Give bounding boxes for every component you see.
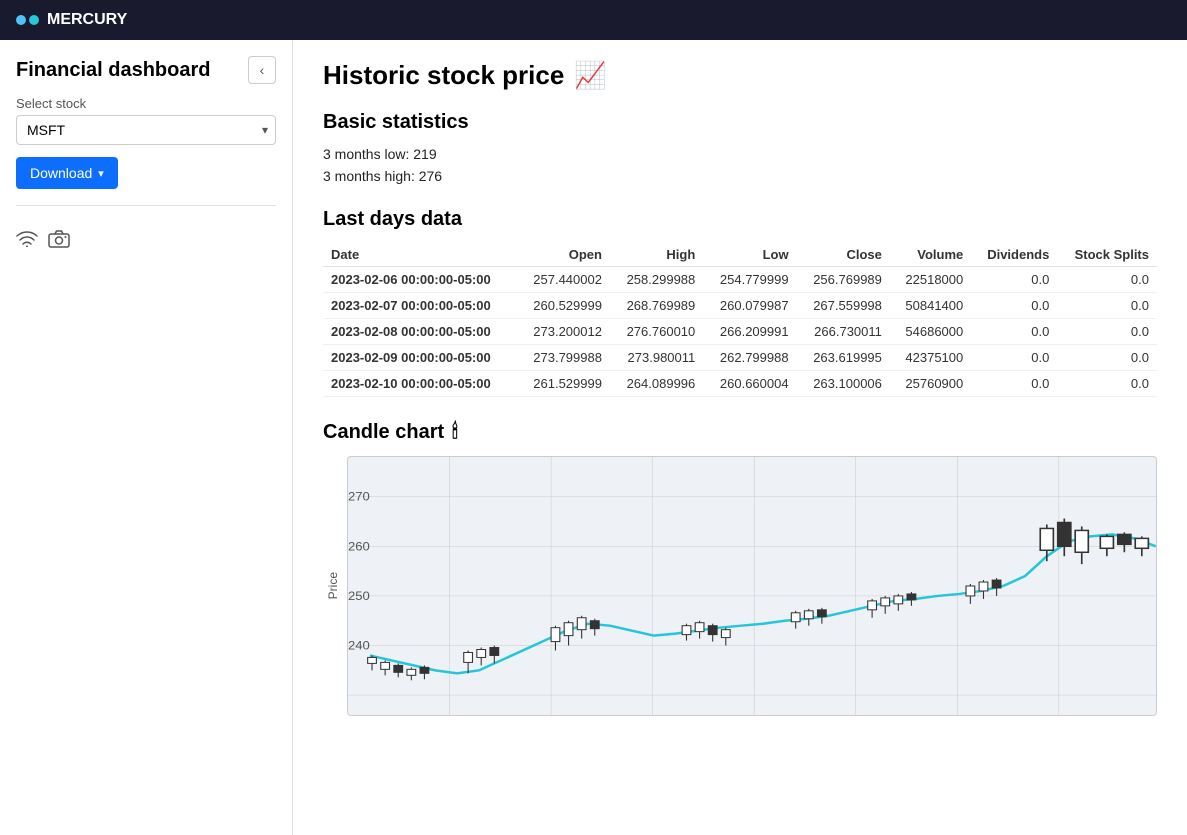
cell-value: 273.980011 xyxy=(610,345,703,371)
brand-name: MERCURY xyxy=(47,11,127,29)
cell-value: 264.089996 xyxy=(610,371,703,397)
y-axis-label: Price xyxy=(323,456,343,716)
col-close: Close xyxy=(797,243,890,267)
stock-select-wrapper: MSFT AAPL GOOG AMZN ▾ xyxy=(16,115,276,145)
cell-value: 263.100006 xyxy=(797,371,890,397)
download-label: Download xyxy=(30,165,92,181)
cell-value: 263.619995 xyxy=(797,345,890,371)
candle-chart-svg: 270 260 250 240 xyxy=(348,457,1156,715)
candle-chart-container: 270 260 250 240 xyxy=(347,456,1157,716)
cell-value: 50841400 xyxy=(890,293,971,319)
col-open: Open xyxy=(517,243,610,267)
cell-value: 273.799988 xyxy=(517,345,610,371)
cell-value: 0.0 xyxy=(971,319,1057,345)
cell-date: 2023-02-08 00:00:00-05:00 xyxy=(323,319,517,345)
basic-stats-title: Basic statistics xyxy=(323,111,1157,134)
cell-date: 2023-02-06 00:00:00-05:00 xyxy=(323,267,517,293)
navbar: MERCURY xyxy=(0,0,1187,40)
table-header-row: Date Open High Low Close Volume Dividend… xyxy=(323,243,1157,267)
three-month-high: 3 months high: 276 xyxy=(323,168,1157,184)
cell-value: 54686000 xyxy=(890,319,971,345)
sidebar: Financial dashboard ‹ Select stock MSFT … xyxy=(0,40,293,835)
col-stock-splits: Stock Splits xyxy=(1057,243,1157,267)
cell-value: 25760900 xyxy=(890,371,971,397)
download-button[interactable]: Download ▾ xyxy=(16,157,118,189)
cell-date: 2023-02-10 00:00:00-05:00 xyxy=(323,371,517,397)
cell-value: 0.0 xyxy=(1057,267,1157,293)
sidebar-title: Financial dashboard xyxy=(16,59,210,82)
last-days-title: Last days data xyxy=(323,208,1157,231)
cell-value: 266.209991 xyxy=(703,319,796,345)
cell-value: 254.779999 xyxy=(703,267,796,293)
col-high: High xyxy=(610,243,703,267)
table-row: 2023-02-07 00:00:00-05:00260.529999268.7… xyxy=(323,293,1157,319)
cell-value: 0.0 xyxy=(1057,319,1157,345)
svg-text:240: 240 xyxy=(348,639,370,652)
cell-value: 257.440002 xyxy=(517,267,610,293)
cell-value: 260.079987 xyxy=(703,293,796,319)
stock-select[interactable]: MSFT AAPL GOOG AMZN xyxy=(16,115,276,145)
cell-value: 268.769989 xyxy=(610,293,703,319)
table-row: 2023-02-10 00:00:00-05:00261.529999264.0… xyxy=(323,371,1157,397)
cell-value: 256.769989 xyxy=(797,267,890,293)
cell-value: 22518000 xyxy=(890,267,971,293)
last-days-section: Last days data Date Open High Low Close … xyxy=(323,208,1157,397)
table-row: 2023-02-09 00:00:00-05:00273.799988273.9… xyxy=(323,345,1157,371)
cell-value: 42375100 xyxy=(890,345,971,371)
main-layout: Financial dashboard ‹ Select stock MSFT … xyxy=(0,40,1187,835)
candle-chart-section: Candle chart 🕯 Price xyxy=(323,421,1157,716)
candle-title-text: Candle chart xyxy=(323,421,444,444)
wifi-icon xyxy=(16,231,38,252)
table-row: 2023-02-08 00:00:00-05:00273.200012276.7… xyxy=(323,319,1157,345)
svg-text:250: 250 xyxy=(348,589,370,602)
table-row: 2023-02-06 00:00:00-05:00257.440002258.2… xyxy=(323,267,1157,293)
cell-value: 0.0 xyxy=(971,267,1057,293)
cell-value: 0.0 xyxy=(1057,371,1157,397)
camera-icon xyxy=(48,230,70,253)
select-label: Select stock xyxy=(16,96,276,111)
svg-text:270: 270 xyxy=(348,490,370,503)
table-body: 2023-02-06 00:00:00-05:00257.440002258.2… xyxy=(323,267,1157,397)
candle-chart-title: Candle chart 🕯 xyxy=(323,421,1157,444)
chevron-left-icon: ‹ xyxy=(260,62,265,78)
sidebar-icons xyxy=(16,230,276,253)
cell-value: 0.0 xyxy=(971,371,1057,397)
chart-icon: 📈 xyxy=(574,60,606,91)
dropdown-caret-icon: ▾ xyxy=(98,167,104,180)
three-month-low: 3 months low: 219 xyxy=(323,146,1157,162)
cell-value: 258.299988 xyxy=(610,267,703,293)
cell-value: 262.799988 xyxy=(703,345,796,371)
page-title: Historic stock price 📈 xyxy=(323,60,1157,91)
col-low: Low xyxy=(703,243,796,267)
cell-value: 0.0 xyxy=(1057,345,1157,371)
col-date: Date xyxy=(323,243,517,267)
stock-data-table: Date Open High Low Close Volume Dividend… xyxy=(323,243,1157,397)
cell-value: 266.730011 xyxy=(797,319,890,345)
page-title-text: Historic stock price xyxy=(323,60,564,91)
sidebar-divider xyxy=(16,205,276,206)
cell-value: 261.529999 xyxy=(517,371,610,397)
cell-date: 2023-02-09 00:00:00-05:00 xyxy=(323,345,517,371)
cell-value: 0.0 xyxy=(971,293,1057,319)
candle-icon: 🕯 xyxy=(452,421,458,444)
brand: MERCURY xyxy=(16,11,127,29)
basic-statistics-section: Basic statistics 3 months low: 219 3 mon… xyxy=(323,111,1157,184)
cell-value: 260.529999 xyxy=(517,293,610,319)
cell-value: 273.200012 xyxy=(517,319,610,345)
cell-value: 276.760010 xyxy=(610,319,703,345)
cell-value: 0.0 xyxy=(1057,293,1157,319)
col-volume: Volume xyxy=(890,243,971,267)
cell-value: 267.559998 xyxy=(797,293,890,319)
cell-value: 0.0 xyxy=(971,345,1057,371)
content: Historic stock price 📈 Basic statistics … xyxy=(293,40,1187,835)
col-dividends: Dividends xyxy=(971,243,1057,267)
brand-icon xyxy=(16,15,39,25)
collapse-button[interactable]: ‹ xyxy=(248,56,276,84)
cell-value: 260.660004 xyxy=(703,371,796,397)
svg-text:260: 260 xyxy=(348,540,370,553)
cell-date: 2023-02-07 00:00:00-05:00 xyxy=(323,293,517,319)
